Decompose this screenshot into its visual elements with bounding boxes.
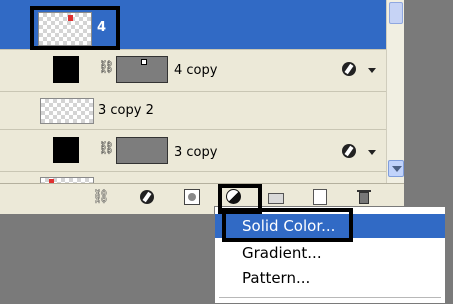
layer-name: 3 copy 2 (98, 103, 154, 118)
layer-row-4-copy[interactable]: ⛓ 4 copy (0, 50, 386, 92)
layers-scrollbar[interactable] (386, 0, 404, 183)
new-layer-icon[interactable] (313, 189, 327, 205)
scroll-down-arrow-icon[interactable] (388, 160, 404, 177)
scroll-thumb[interactable] (389, 2, 403, 24)
layer-row-3-copy[interactable]: ⛓ 3 copy (0, 130, 386, 172)
layer-name: 4 copy (174, 63, 218, 78)
layer-name: 3 copy (174, 145, 218, 160)
mask-thumbnail (116, 137, 168, 164)
new-group-icon[interactable] (267, 189, 285, 205)
fx-icon[interactable] (342, 144, 356, 158)
fx-icon[interactable] (342, 62, 356, 76)
layer-row-3-copy-2[interactable]: 3 copy 2 (0, 92, 386, 130)
menu-separator (219, 297, 441, 298)
add-mask-icon[interactable] (184, 189, 200, 205)
expand-arrow-icon[interactable] (368, 68, 376, 73)
trash-icon[interactable] (357, 189, 371, 205)
menu-item-pattern[interactable]: Pattern... (215, 266, 445, 290)
chain-link-icon[interactable]: ⛓ (98, 60, 115, 75)
layer-style-icon[interactable] (140, 189, 154, 205)
layer-thumbnail (53, 56, 79, 83)
chain-link-icon[interactable]: ⛓ (98, 141, 115, 156)
layer-thumbnail (53, 137, 79, 163)
expand-arrow-icon[interactable] (368, 150, 376, 155)
mask-dot (141, 59, 147, 65)
link-layers-icon[interactable]: ⛓ (92, 189, 116, 205)
layer-thumbnail (40, 98, 94, 124)
mask-thumbnail (116, 56, 168, 83)
selected-layer-highlight-box (30, 6, 120, 50)
menu-item-gradient[interactable]: Gradient... (215, 241, 445, 265)
adjustment-icon-highlight-box (218, 184, 262, 214)
